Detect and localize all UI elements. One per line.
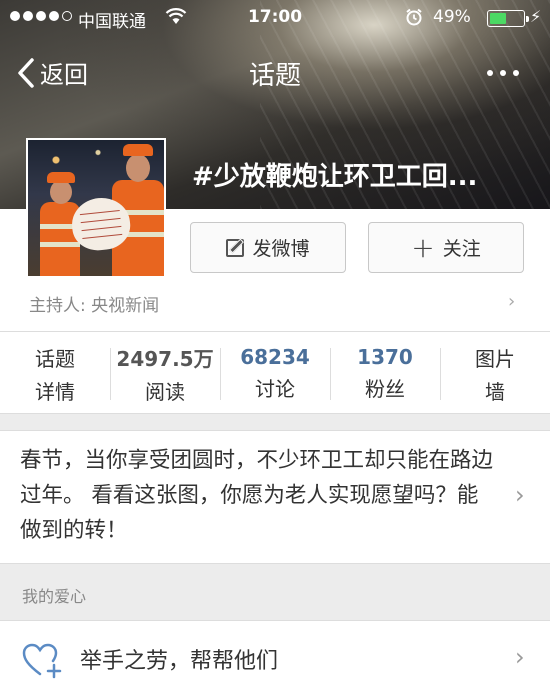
battery-icon — [487, 10, 529, 27]
stat-value: 2497.5万 — [116, 346, 214, 371]
stat-label: 阅读 — [145, 379, 185, 404]
follow-label: 关注 — [442, 238, 481, 260]
post-weibo-label: 发微博 — [252, 238, 310, 260]
stat-label: 墙 — [485, 379, 505, 404]
stat-reads[interactable]: 2497.5万 阅读 — [110, 332, 220, 415]
alarm-clock-icon — [405, 8, 423, 31]
heart-plus-icon — [22, 643, 64, 683]
edit-icon — [226, 238, 245, 257]
battery-percentage: 49% — [433, 7, 471, 27]
topic-title: #少放鞭炮让环卫工回... — [192, 162, 478, 192]
host-label[interactable]: 主持人: 央视新闻 — [29, 291, 159, 316]
stat-fans[interactable]: 1370 粉丝 — [330, 332, 440, 415]
stat-value: 1370 — [357, 345, 413, 369]
post-weibo-button[interactable]: 发微博 — [190, 222, 346, 273]
help-them-row[interactable]: 举手之劳，帮帮他们 › — [0, 620, 550, 699]
chevron-right-icon: › — [515, 481, 525, 509]
follow-button[interactable]: + 关注 — [368, 222, 524, 273]
stat-discussions[interactable]: 68234 讨论 — [220, 332, 330, 415]
help-them-label: 举手之劳，帮帮他们 — [80, 649, 279, 674]
charging-bolt-icon: ⚡ — [530, 7, 542, 26]
description-text: 春节，当你享受团圆时，不少环卫工却只能在路边过年。 看看这张图，你愿为老人实现愿… — [20, 448, 494, 543]
stat-photo-wall[interactable]: 图片 墙 — [440, 332, 550, 415]
plus-icon: + — [411, 230, 435, 264]
chevron-right-icon: › — [515, 643, 525, 671]
stat-topic-details[interactable]: 话题 详情 — [0, 332, 110, 415]
chevron-right-icon[interactable]: › — [508, 291, 515, 312]
page-title: 话题 — [248, 61, 301, 91]
stat-label: 图片 — [475, 346, 515, 371]
stat-label: 讨论 — [255, 377, 295, 401]
stat-value: 68234 — [240, 345, 310, 369]
section-label-my-love: 我的爱心 — [22, 587, 87, 606]
more-options-icon[interactable] — [487, 70, 519, 76]
stat-label: 粉丝 — [365, 377, 405, 401]
topic-description[interactable]: 春节，当你享受团圆时，不少环卫工却只能在路边过年。 看看这张图，你愿为老人实现愿… — [0, 430, 550, 564]
stat-label: 详情 — [35, 379, 75, 404]
stats-bar: 话题 详情 2497.5万 阅读 68234 讨论 1370 粉丝 图片 墙 — [0, 331, 550, 414]
topic-thumbnail[interactable] — [26, 138, 166, 278]
status-bar: 中国联通 17:00 49% ⚡ — [0, 0, 550, 36]
stat-label: 话题 — [35, 346, 75, 371]
